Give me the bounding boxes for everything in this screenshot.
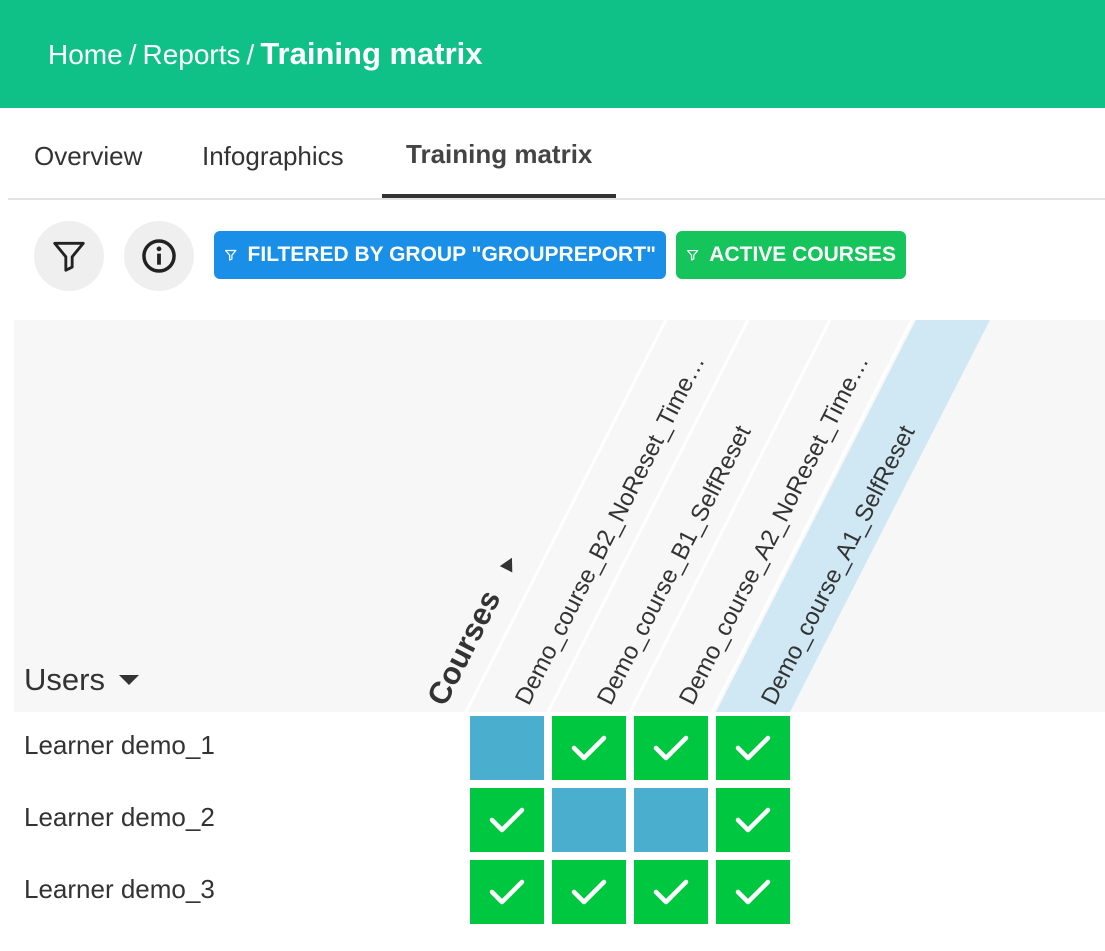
user-row-label: Learner demo_3: [24, 874, 215, 904]
completed-cell[interactable]: [634, 716, 708, 780]
filter-icon: [53, 241, 85, 272]
breadcrumb-separator: /: [246, 39, 255, 70]
user-row-label: Learner demo_1: [24, 730, 215, 760]
filter-icon: [225, 249, 237, 261]
incomplete-cell[interactable]: [470, 716, 544, 780]
completed-cell[interactable]: [716, 716, 790, 780]
tab-training-matrix[interactable]: Training matrix: [381, 108, 617, 198]
completed-cell[interactable]: [470, 788, 544, 852]
group-filter-chip[interactable]: FILTERED BY GROUP "GROUPREPORT": [214, 231, 666, 279]
incomplete-cell[interactable]: [634, 788, 708, 852]
checkmark-icon: [653, 735, 689, 761]
filter-button[interactable]: [34, 221, 104, 291]
info-button[interactable]: [124, 221, 194, 291]
checkmark-icon: [571, 735, 607, 761]
completed-cell[interactable]: [716, 788, 790, 852]
completed-cell[interactable]: [552, 860, 626, 924]
breadcrumb-separator: /: [128, 39, 137, 70]
completed-cell[interactable]: [716, 860, 790, 924]
group-filter-label: FILTERED BY GROUP "GROUPREPORT": [247, 243, 656, 266]
tab-infographics[interactable]: Infographics: [202, 108, 344, 196]
info-icon: [142, 239, 176, 273]
checkmark-icon: [571, 879, 607, 905]
completed-cell[interactable]: [552, 716, 626, 780]
caret-down-icon: [118, 674, 139, 685]
breadcrumb-home[interactable]: Home: [48, 39, 123, 70]
breadcrumb: Home / Reports / Training matrix: [48, 36, 483, 72]
checkmark-icon: [653, 879, 689, 905]
checkmark-icon: [489, 879, 525, 905]
filter-icon: [687, 249, 699, 261]
checkmark-icon: [735, 879, 771, 905]
incomplete-cell[interactable]: [552, 788, 626, 852]
tab-overview[interactable]: Overview: [34, 108, 142, 196]
checkmark-icon: [735, 735, 771, 761]
users-header-label: Users: [24, 662, 105, 697]
page-title: Training matrix: [260, 36, 483, 71]
active-courses-chip[interactable]: ACTIVE COURSES: [676, 231, 906, 279]
header-bar: Home / Reports / Training matrix: [0, 0, 1105, 108]
completed-cell[interactable]: [634, 860, 708, 924]
breadcrumb-reports[interactable]: Reports: [142, 39, 240, 70]
checkmark-icon: [489, 807, 525, 833]
tab-bar: Overview Infographics Training matrix: [8, 108, 1105, 200]
completed-cell[interactable]: [470, 860, 544, 924]
active-courses-label: ACTIVE COURSES: [709, 243, 896, 266]
user-row-label: Learner demo_2: [24, 802, 215, 832]
users-sort-header[interactable]: Users: [24, 662, 139, 698]
checkmark-icon: [735, 807, 771, 833]
